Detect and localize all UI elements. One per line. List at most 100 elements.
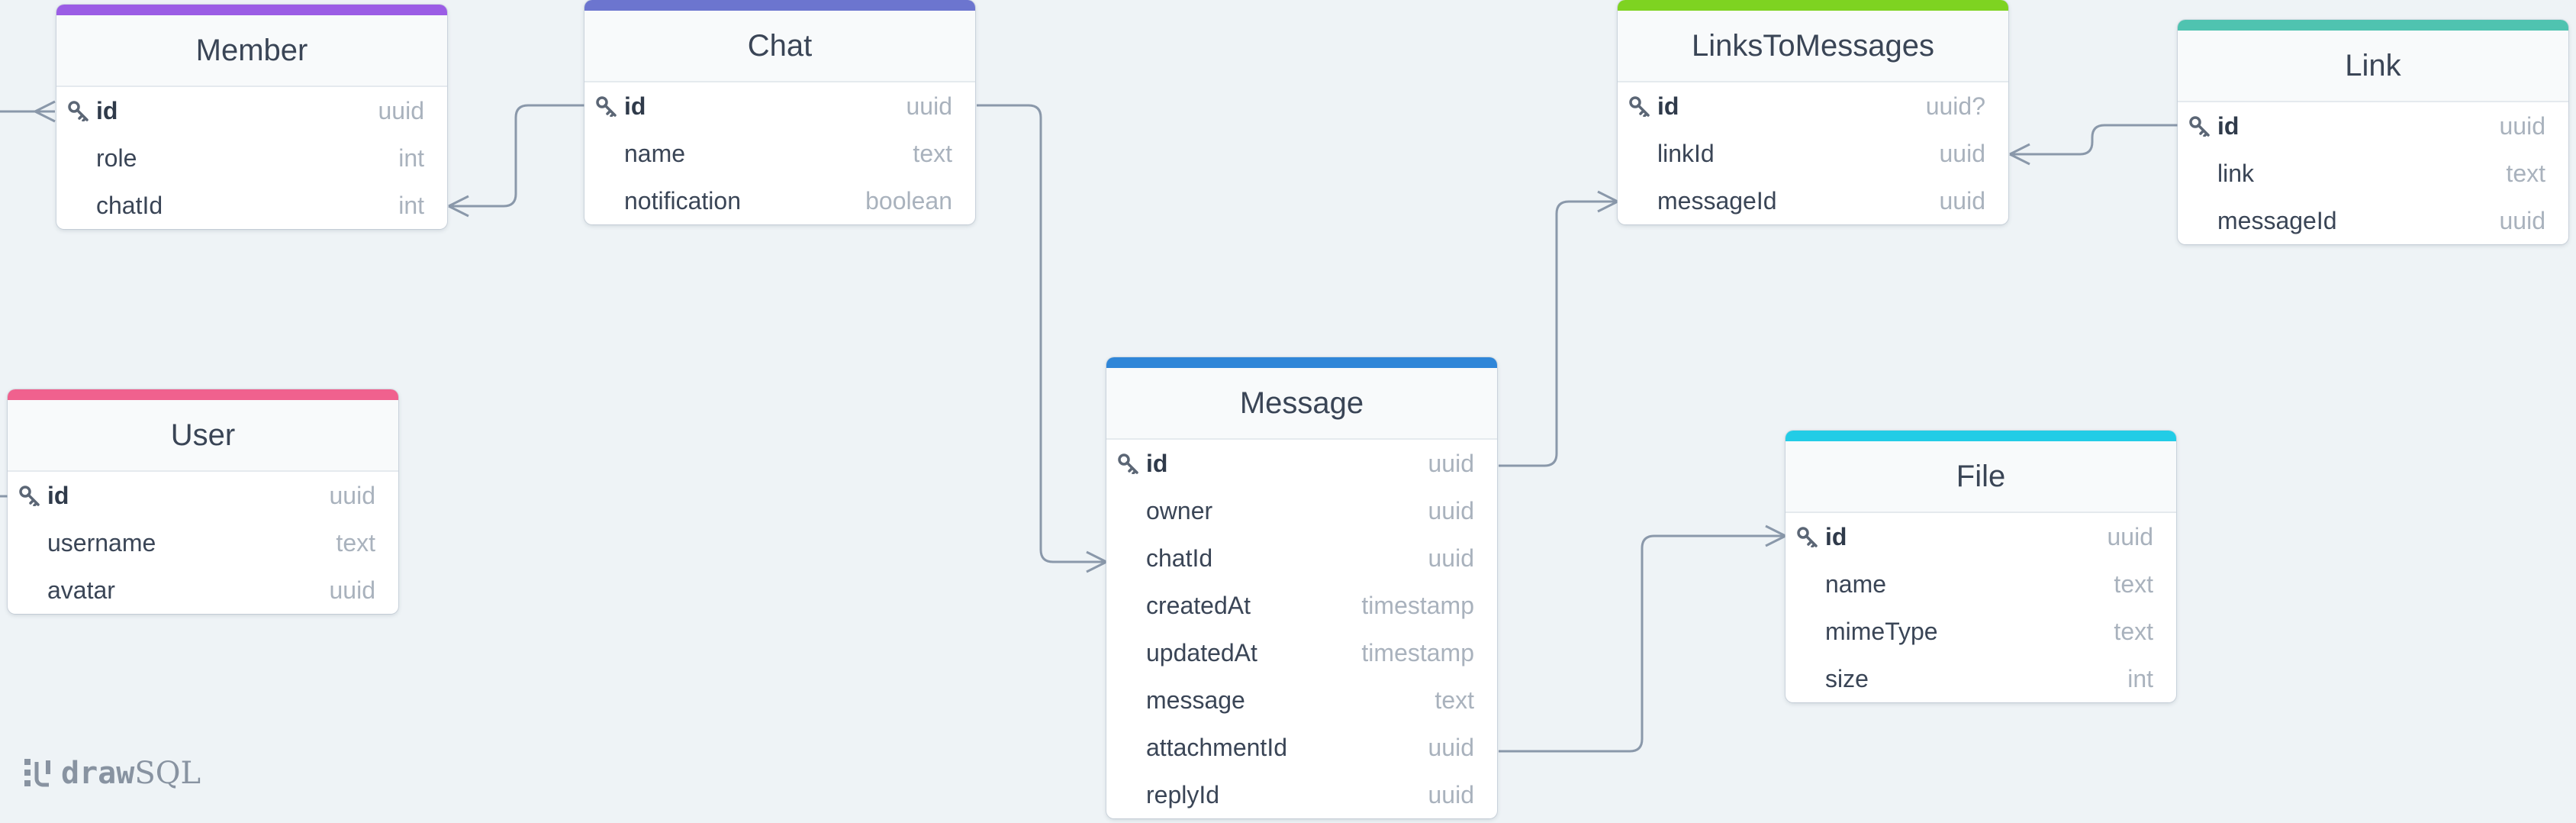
field-type: uuid xyxy=(2107,522,2154,550)
table-title[interactable]: Link xyxy=(2178,31,2568,102)
table-field-row[interactable]: id uuid xyxy=(56,87,447,134)
field-type: text xyxy=(913,139,952,167)
diagram-canvas[interactable]: Member id uuid role int chatId int Chat id uuid n… xyxy=(0,0,2576,823)
field-type: uuid xyxy=(2499,111,2546,140)
table-chat[interactable]: Chat id uuid name text notification boolean xyxy=(584,0,975,224)
field-type: uuid xyxy=(378,96,425,124)
table-field-row[interactable]: owner uuid xyxy=(1106,487,1497,534)
field-name: messageId xyxy=(1657,186,1777,215)
table-file[interactable]: File id uuid name text mimeType text size int xyxy=(1785,431,2176,702)
primary-key-icon xyxy=(1629,96,1650,117)
table-color-bar xyxy=(1618,0,2008,11)
field-name: size xyxy=(1825,664,1869,692)
table-title[interactable]: Member xyxy=(56,15,447,87)
field-name: replyId xyxy=(1146,780,1220,808)
drawsql-logo-sql: SQL xyxy=(134,756,201,791)
table-field-row[interactable]: chatId uuid xyxy=(1106,534,1497,582)
table-field-row[interactable]: name text xyxy=(1785,560,2176,608)
table-field-row[interactable]: username text xyxy=(8,519,398,566)
field-name: avatar xyxy=(47,576,115,604)
table-field-row[interactable]: id uuid xyxy=(2178,102,2568,150)
table-member[interactable]: Member id uuid role int chatId int xyxy=(56,5,447,229)
field-name: messageId xyxy=(2217,206,2337,234)
field-name: message xyxy=(1146,686,1245,714)
table-field-row[interactable]: messageId uuid xyxy=(1618,177,2008,224)
field-type: timestamp xyxy=(1361,638,1474,666)
field-type: uuid xyxy=(1428,733,1475,761)
table-field-row[interactable]: id uuid? xyxy=(1618,82,2008,130)
field-type: text xyxy=(2114,570,2153,598)
field-name: role xyxy=(96,144,137,172)
table-field-row[interactable]: notification boolean xyxy=(584,177,975,224)
field-name: id xyxy=(47,481,69,509)
table-field-row[interactable]: messageId uuid xyxy=(2178,197,2568,244)
table-color-bar xyxy=(56,5,447,15)
field-name: id xyxy=(1146,449,1168,477)
table-title[interactable]: File xyxy=(1785,441,2176,513)
field-type: uuid xyxy=(329,481,376,509)
table-field-row[interactable]: role int xyxy=(56,134,447,182)
table-field-row[interactable]: updatedAt timestamp xyxy=(1106,629,1497,676)
table-field-row[interactable]: name text xyxy=(584,130,975,177)
table-title[interactable]: Chat xyxy=(584,11,975,82)
field-type: uuid xyxy=(1428,544,1475,572)
field-name: chatId xyxy=(96,191,163,219)
table-field-row[interactable]: chatId int xyxy=(56,182,447,229)
field-name: mimeType xyxy=(1825,617,1938,645)
field-type: uuid? xyxy=(1925,92,1985,120)
connector-message-file xyxy=(1499,534,1785,753)
field-type: text xyxy=(2114,617,2153,645)
primary-key-icon xyxy=(596,96,617,117)
table-field-row[interactable]: id uuid xyxy=(584,82,975,130)
table-field-row[interactable]: id uuid xyxy=(8,472,398,519)
table-color-bar xyxy=(584,0,975,11)
table-field-row[interactable]: createdAt timestamp xyxy=(1106,582,1497,629)
table-field-row[interactable]: replyId uuid xyxy=(1106,771,1497,818)
field-name: name xyxy=(1825,570,1887,598)
table-links-to-messages[interactable]: LinksToMessages id uuid? linkId uuid messageI… xyxy=(1618,0,2008,224)
field-type: int xyxy=(398,191,424,219)
connector-member-chat xyxy=(449,104,584,208)
drawsql-logo-icon xyxy=(24,759,50,787)
field-name: id xyxy=(96,96,118,124)
primary-key-icon xyxy=(2189,116,2210,137)
field-type: uuid xyxy=(1428,496,1475,524)
field-type: timestamp xyxy=(1361,591,1474,619)
table-title[interactable]: User xyxy=(8,400,398,472)
table-color-bar xyxy=(8,389,398,400)
table-title[interactable]: LinksToMessages xyxy=(1618,11,2008,82)
table-field-row[interactable]: avatar uuid xyxy=(8,566,398,614)
field-name: link xyxy=(2217,159,2255,187)
field-type: text xyxy=(1435,686,1474,714)
primary-key-icon xyxy=(68,101,89,121)
field-name: name xyxy=(624,139,686,167)
drawsql-logo: draw SQL xyxy=(23,754,201,792)
table-color-bar xyxy=(1785,431,2176,441)
table-field-row[interactable]: message text xyxy=(1106,676,1497,724)
table-field-row[interactable]: mimeType text xyxy=(1785,608,2176,655)
table-user[interactable]: User id uuid username text avatar uuid xyxy=(8,389,398,614)
table-field-row[interactable]: link text xyxy=(2178,150,2568,197)
table-link[interactable]: Link id uuid link text messageId uuid xyxy=(2178,20,2568,244)
field-name: username xyxy=(47,528,156,557)
table-title[interactable]: Message xyxy=(1106,368,1497,440)
table-field-row[interactable]: id uuid xyxy=(1785,513,2176,560)
table-field-row[interactable]: size int xyxy=(1785,655,2176,702)
table-field-row[interactable]: id uuid xyxy=(1106,440,1497,487)
table-field-row[interactable]: attachmentId uuid xyxy=(1106,724,1497,771)
connector-links-link xyxy=(2010,124,2178,156)
crow-foot-member-chatid xyxy=(448,195,469,218)
field-type: uuid xyxy=(1939,186,1986,215)
crow-foot-member-id xyxy=(34,100,56,123)
table-field-row[interactable]: linkId uuid xyxy=(1618,130,2008,177)
field-type: uuid xyxy=(1428,780,1475,808)
field-type: boolean xyxy=(865,186,952,215)
field-name: id xyxy=(1825,522,1847,550)
crow-foot-message-chatid xyxy=(1086,550,1107,573)
field-type: uuid xyxy=(2499,206,2546,234)
field-name: notification xyxy=(624,186,741,215)
crow-foot-links-messageid xyxy=(1597,190,1618,213)
field-name: linkId xyxy=(1657,139,1715,167)
table-message[interactable]: Message id uuid owner uuid chatId uuid createdA… xyxy=(1106,357,1497,818)
connector-chat-message xyxy=(977,104,1106,563)
